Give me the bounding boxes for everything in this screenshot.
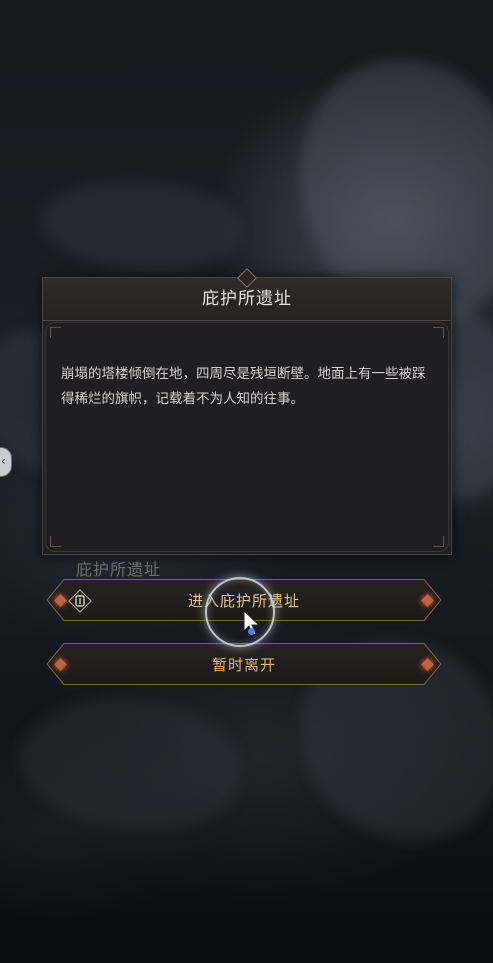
dialog-body (45, 322, 449, 552)
corner-ornament (433, 327, 444, 338)
leave-button-label: 暂时离开 (211, 656, 276, 674)
background-rock (40, 180, 240, 270)
corner-ornament (433, 536, 444, 547)
leave-button[interactable]: 暂时离开 (46, 643, 442, 685)
background-rock (20, 700, 240, 830)
location-label: 庇护所遗址 (76, 560, 162, 579)
game-scene: ‹ 庇护所遗址 崩塌的塔楼倾倒在地，四周尽是残垣断壁。地面上有一些被踩得稀烂的旗… (0, 0, 493, 963)
chevron-left-icon: ‹ (1, 454, 6, 468)
side-panel-toggle[interactable]: ‹ (0, 447, 12, 477)
location-dialog: 庇护所遗址 崩塌的塔楼倾倒在地，四周尽是残垣断壁。地面上有一些被踩得稀烂的旗帜，… (42, 268, 452, 555)
corner-ornament (50, 536, 61, 547)
cursor-dot-icon (248, 628, 255, 635)
dialog-description: 崩塌的塔楼倾倒在地，四周尽是残垣断壁。地面上有一些被踩得稀烂的旗帜，记载着不为人… (61, 366, 426, 407)
corner-ornament (50, 327, 61, 338)
touch-ring-icon (205, 577, 275, 647)
